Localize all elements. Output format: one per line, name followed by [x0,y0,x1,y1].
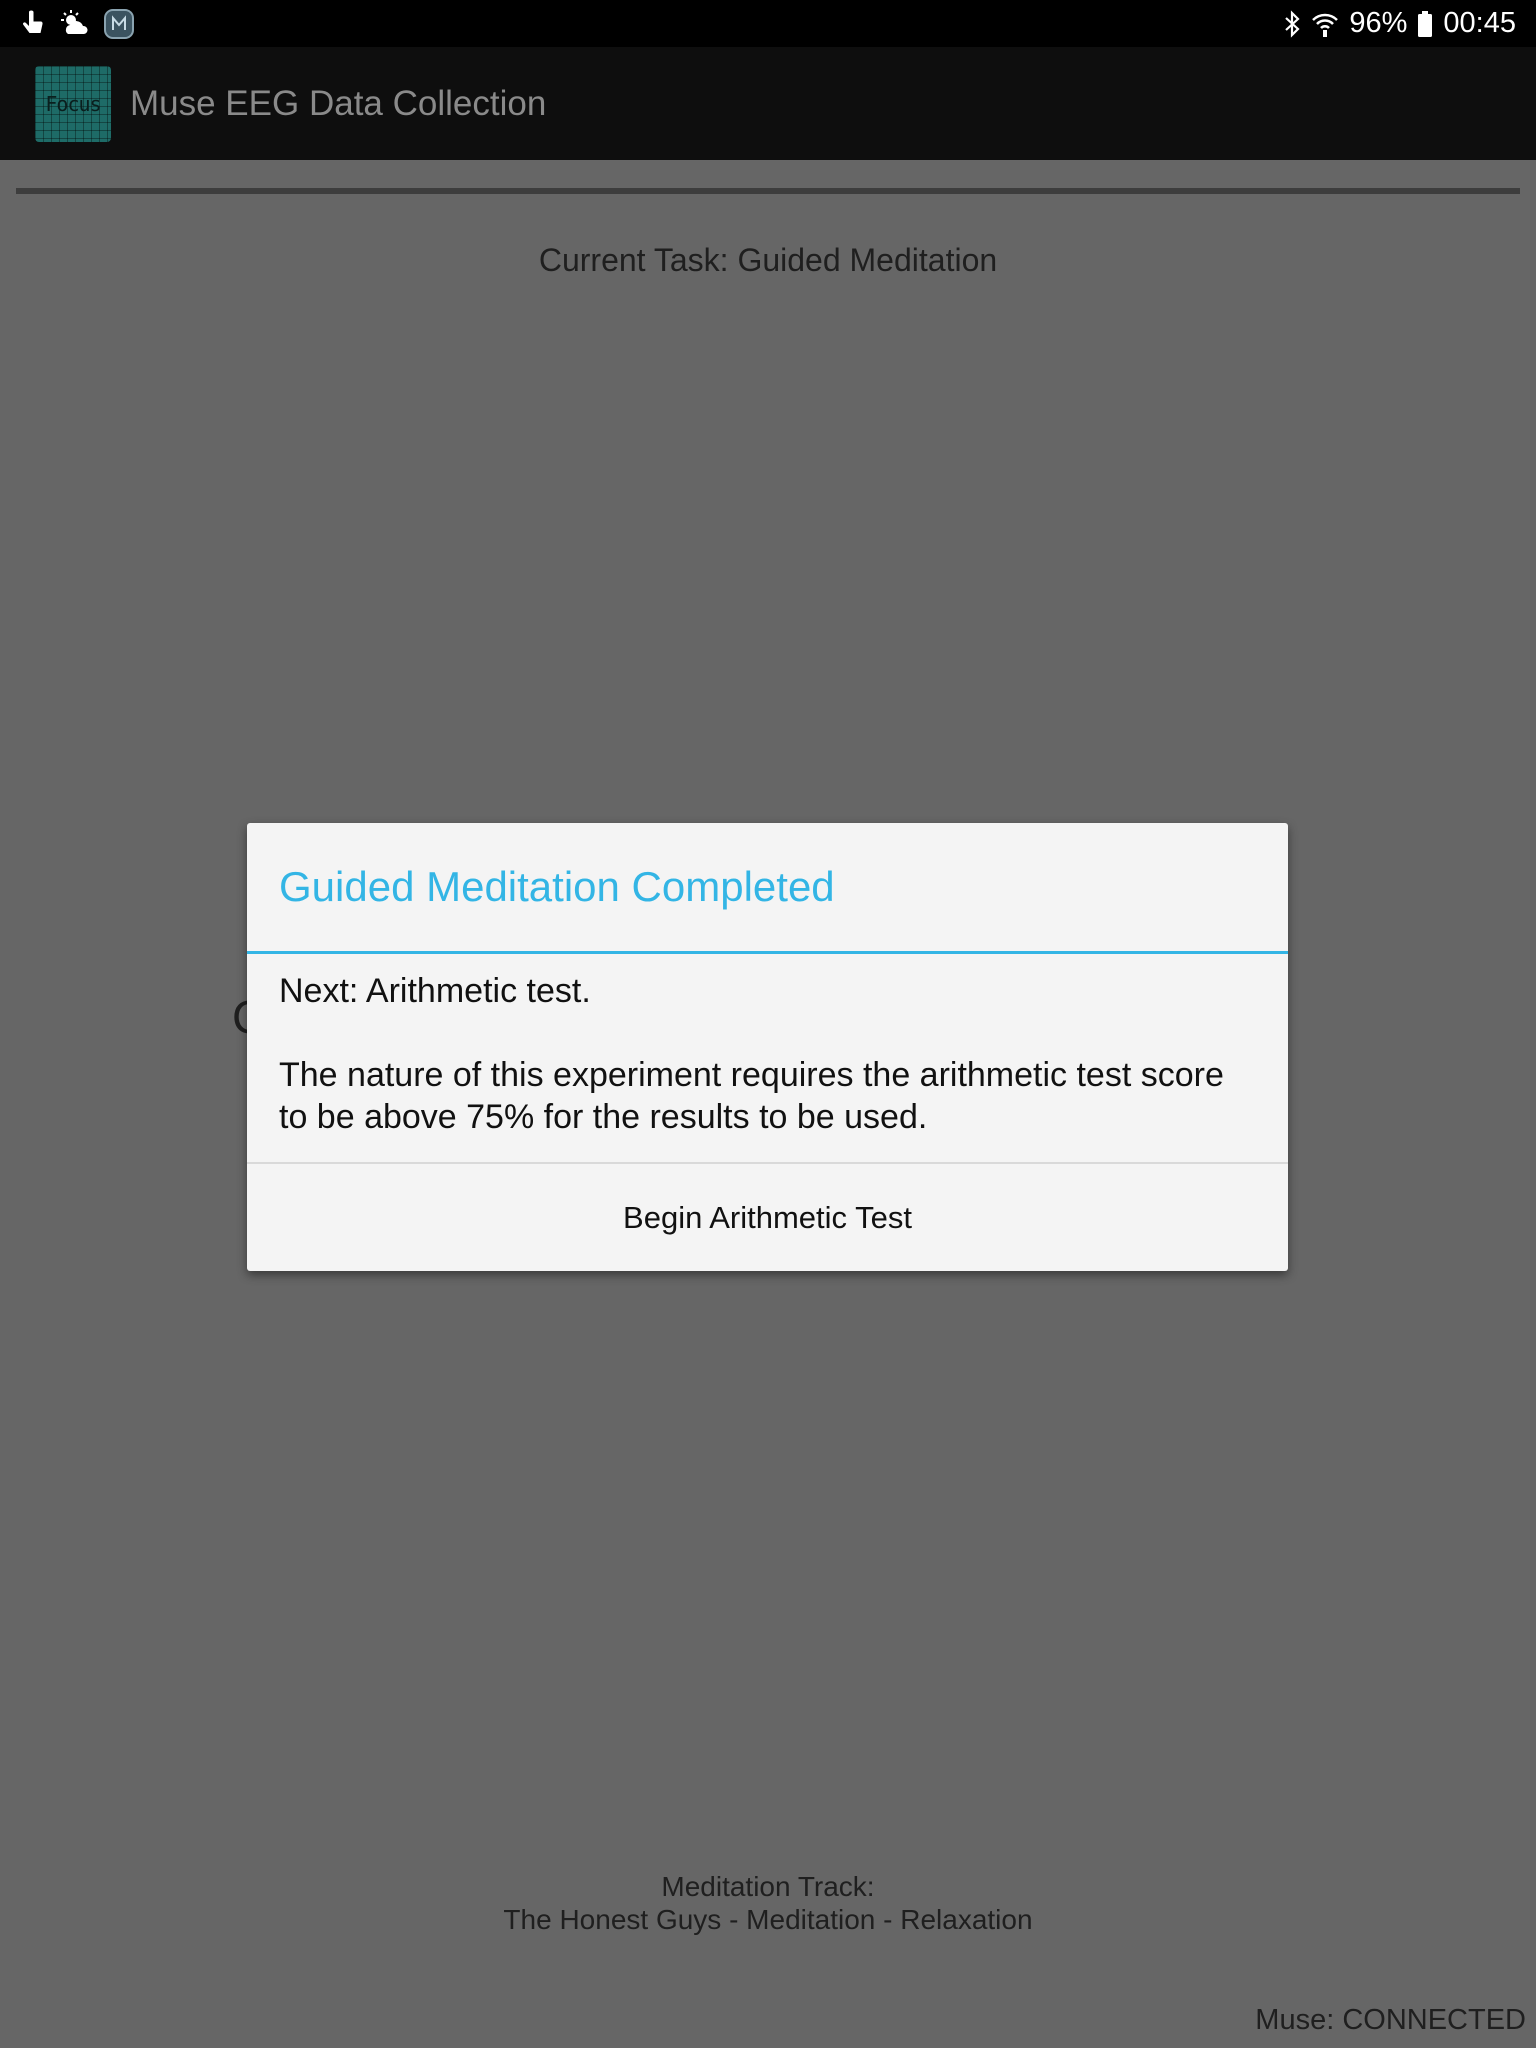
system-status: 96% 00:45 [1283,0,1516,47]
wifi-icon [1311,10,1339,38]
dialog-message-text: The nature of this experiment requires t… [279,1056,1224,1136]
track-label: Meditation Track: [661,1871,875,1902]
task-progress-bar [16,188,1520,194]
dialog-message: Next: Arithmetic test. The nature of thi… [279,970,1259,1138]
bluetooth-icon [1283,9,1301,38]
track-name: The Honest Guys - Meditation - Relaxatio… [503,1904,1033,1935]
touch-icon [20,10,46,38]
app-logo[interactable]: Focus [35,66,111,142]
battery-icon [1417,10,1433,38]
notification-icons [20,9,134,39]
app-logo-text: Focus [45,92,101,116]
muse-app-icon [104,9,134,39]
current-task-label: Current Task: Guided Meditation [538,242,998,278]
begin-arithmetic-test-button[interactable]: Begin Arithmetic Test [247,1164,1288,1271]
dialog-next-line: Next: Arithmetic test. [279,972,591,1010]
meditation-track-info: Meditation Track: The Honest Guys - Medi… [0,1870,1536,1936]
dialog-title: Guided Meditation Completed [279,863,835,910]
completion-dialog: Guided Meditation Completed Next: Arithm… [247,823,1288,1271]
muse-connection-status: Muse: CONNECTED [1255,2004,1526,2036]
action-bar: Focus Muse EEG Data Collection [0,47,1536,160]
battery-percent: 96% [1349,7,1408,39]
status-bar: 96% 00:45 [0,0,1536,47]
clock: 00:45 [1443,7,1516,39]
weather-icon [60,10,90,38]
dialog-title-divider [247,951,1288,954]
app-title: Muse EEG Data Collection [130,84,547,123]
